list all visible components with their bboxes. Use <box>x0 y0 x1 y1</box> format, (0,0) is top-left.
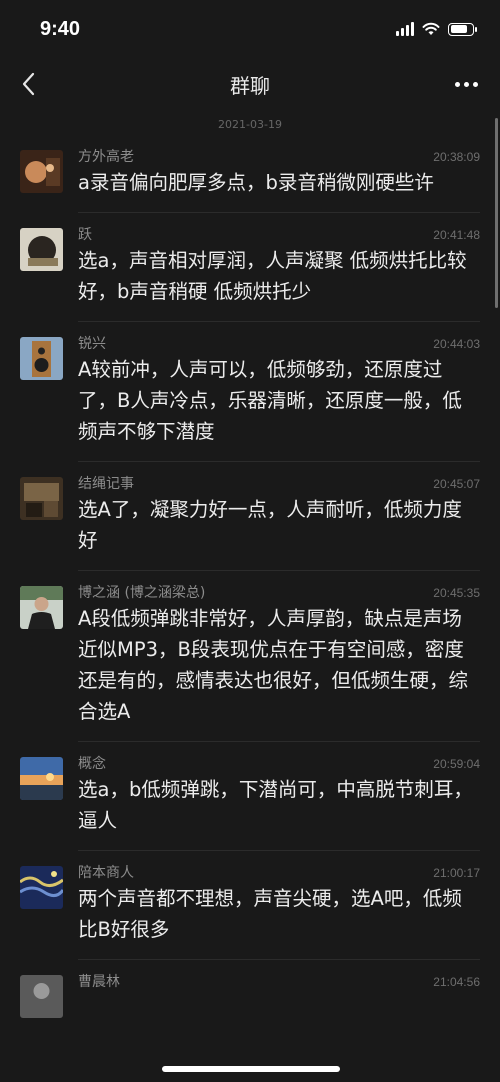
message-text: 选a，b低频弹跳，下潜尚可，中高脱节刺耳，逼人 <box>78 778 473 832</box>
sender-name: 锐兴 <box>78 336 106 352</box>
cellular-signal-icon <box>396 22 414 36</box>
sender-name: 概念 <box>78 756 106 772</box>
message-item[interactable]: 跃 20:41:48 选a，声音相对厚润，人声凝聚 低频烘托比较好，b声音稍硬 … <box>0 213 500 322</box>
message-item[interactable]: 曹晨林 21:04:56 <box>0 960 500 1018</box>
message-time: 20:45:07 <box>433 477 480 491</box>
wifi-icon <box>422 22 440 35</box>
battery-icon <box>448 22 477 36</box>
avatar[interactable] <box>20 586 63 629</box>
message-text: a录音偏向肥厚多点，b录音稍微刚硬些许 <box>78 171 434 194</box>
message-time: 20:38:09 <box>433 150 480 164</box>
message-text: A段低频弹跳非常好，人声厚韵，缺点是声场近似MP3，B段表现优点在于有空间感，密… <box>78 607 469 723</box>
date-separator: 2021-03-19 <box>218 118 282 131</box>
message-item[interactable]: 锐兴 20:44:03 A较前冲，人声可以，低频够劲，还原度过了，B人声冷点，乐… <box>0 322 500 462</box>
message-list[interactable]: 方外高老 20:38:09 a录音偏向肥厚多点，b录音稍微刚硬些许 跃 20:4… <box>0 135 500 1018</box>
message-item[interactable]: 陪本商人 21:00:17 两个声音都不理想，声音尖硬，选A吧，低频比B好很多 <box>0 851 500 960</box>
scroll-indicator[interactable] <box>495 118 498 308</box>
nav-bar: 群聊 <box>0 58 500 110</box>
avatar[interactable] <box>20 975 63 1018</box>
message-time: 20:41:48 <box>433 228 480 242</box>
avatar[interactable] <box>20 866 63 909</box>
message-time: 21:04:56 <box>433 975 480 989</box>
message-item[interactable]: 方外高老 20:38:09 a录音偏向肥厚多点，b录音稍微刚硬些许 <box>0 135 500 213</box>
message-text: A较前冲，人声可以，低频够劲，还原度过了，B人声冷点，乐器清晰，还原度一般，低频… <box>78 358 462 443</box>
message-text: 两个声音都不理想，声音尖硬，选A吧，低频比B好很多 <box>78 887 462 941</box>
sender-name: 跃 <box>78 227 92 243</box>
sender-name: 方外高老 <box>78 149 134 165</box>
message-time: 20:45:35 <box>433 586 480 600</box>
status-icons <box>396 21 477 37</box>
sender-name: 博之涵 (博之涵梁总) <box>78 585 206 601</box>
status-bar: 9:40 <box>0 0 500 56</box>
message-item[interactable]: 博之涵 (博之涵梁总) 20:45:35 A段低频弹跳非常好，人声厚韵，缺点是声… <box>0 571 500 742</box>
avatar[interactable] <box>20 228 63 271</box>
message-time: 21:00:17 <box>433 866 480 880</box>
page-title: 群聊 <box>230 74 270 98</box>
sender-name: 结绳记事 <box>78 476 134 492</box>
status-time: 9:40 <box>40 18 81 40</box>
avatar[interactable] <box>20 477 63 520</box>
more-dot-icon <box>454 81 460 87</box>
message-item[interactable]: 概念 20:59:04 选a，b低频弹跳，下潜尚可，中高脱节刺耳，逼人 <box>0 742 500 851</box>
more-dot-icon <box>463 81 469 87</box>
message-time: 20:44:03 <box>433 337 480 351</box>
message-time: 20:59:04 <box>433 757 480 771</box>
avatar[interactable] <box>20 150 63 193</box>
more-options-button[interactable] <box>450 68 482 100</box>
message-text: 选A了，凝聚力好一点，人声耐听，低频力度好 <box>78 498 462 552</box>
message-text: 选a，声音相对厚润，人声凝聚 低频烘托比较好，b声音稍硬 低频烘托少 <box>78 249 467 303</box>
message-item[interactable]: 结绳记事 20:45:07 选A了，凝聚力好一点，人声耐听，低频力度好 <box>0 462 500 571</box>
home-indicator[interactable] <box>162 1066 340 1072</box>
avatar[interactable] <box>20 757 63 800</box>
sender-name: 陪本商人 <box>78 865 134 881</box>
avatar[interactable] <box>20 337 63 380</box>
more-dot-icon <box>472 81 478 87</box>
sender-name: 曹晨林 <box>78 974 120 990</box>
